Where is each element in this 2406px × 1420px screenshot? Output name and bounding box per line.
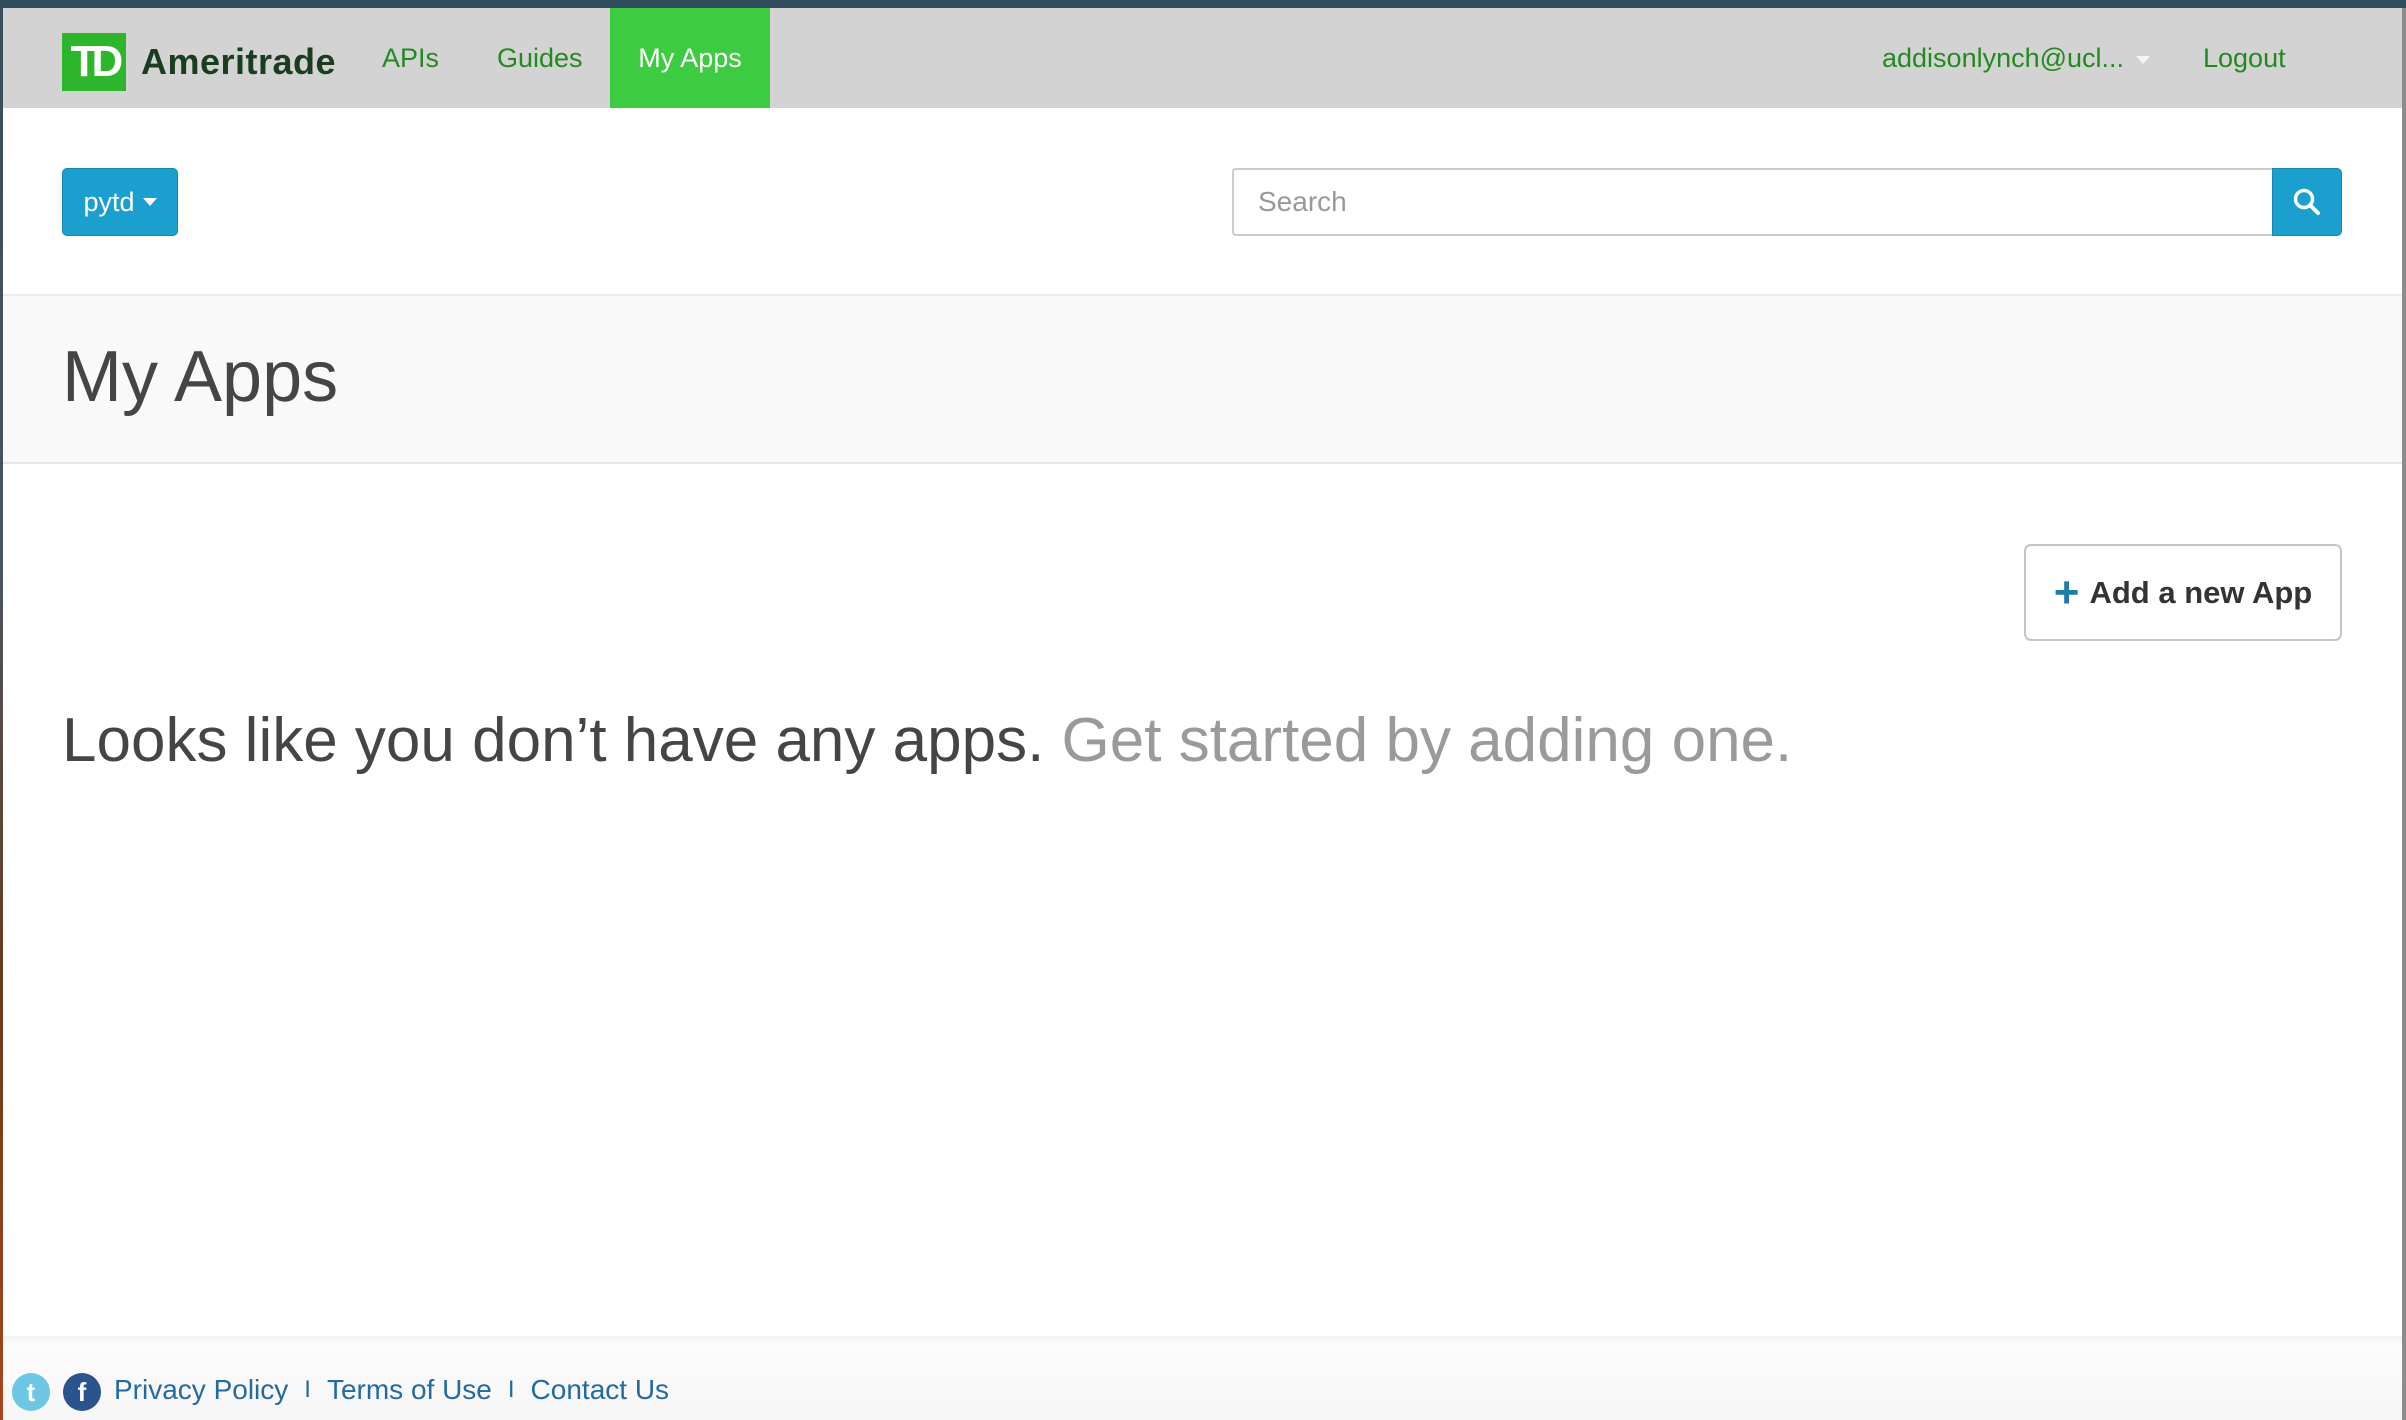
chevron-down-icon xyxy=(2136,55,2151,64)
user-email: addisonlynch@ucl... xyxy=(1882,43,2125,73)
twitter-icon[interactable]: t xyxy=(12,1373,50,1411)
toolbar: pytd xyxy=(3,108,2402,296)
empty-state-message: Looks like you don’t have any apps. Get … xyxy=(62,705,1792,776)
privacy-policy-link[interactable]: Privacy Policy xyxy=(114,1374,288,1406)
app-selector-label: pytd xyxy=(83,186,135,217)
search-icon xyxy=(2293,188,2320,215)
td-ameritrade-logo[interactable]: TD Ameritrade xyxy=(62,33,336,91)
facebook-icon[interactable]: f xyxy=(63,1373,101,1411)
top-bar xyxy=(0,0,2406,8)
add-new-app-label: Add a new App xyxy=(2089,574,2313,610)
contact-us-link[interactable]: Contact Us xyxy=(531,1374,670,1406)
footer-separator: I xyxy=(304,1376,311,1403)
search-button[interactable] xyxy=(2272,168,2342,236)
nav-guides[interactable]: Guides xyxy=(497,8,583,108)
main-navbar: TD Ameritrade APIs Guides My Apps addiso… xyxy=(3,8,2402,108)
footer-links: Privacy Policy I Terms of Use I Contact … xyxy=(114,1374,669,1406)
nav-my-apps[interactable]: My Apps xyxy=(610,8,770,108)
empty-state-cta: Get started by adding one. xyxy=(1061,706,1793,775)
user-menu[interactable]: addisonlynch@ucl... xyxy=(1882,8,2151,108)
search-input[interactable] xyxy=(1232,168,2274,236)
plus-icon: + xyxy=(2053,567,2080,617)
logout-link[interactable]: Logout xyxy=(2203,8,2286,108)
chevron-down-icon xyxy=(142,198,157,206)
add-new-app-button[interactable]: + Add a new App xyxy=(2024,544,2342,641)
empty-state-text: Looks like you don’t have any apps. xyxy=(62,706,1045,775)
nav-apis[interactable]: APIs xyxy=(382,8,439,108)
footer: t f Privacy Policy I Terms of Use I Cont… xyxy=(3,1336,2402,1420)
page-header: My Apps xyxy=(3,296,2402,464)
terms-of-use-link[interactable]: Terms of Use xyxy=(327,1374,492,1406)
td-logo-mark: TD xyxy=(62,33,126,91)
page-title: My Apps xyxy=(62,337,339,417)
logo-wordmark: Ameritrade xyxy=(141,41,337,82)
app-selector-dropdown[interactable]: pytd xyxy=(62,168,178,236)
window-edge-right xyxy=(2402,0,2406,1420)
footer-separator: I xyxy=(507,1376,515,1403)
